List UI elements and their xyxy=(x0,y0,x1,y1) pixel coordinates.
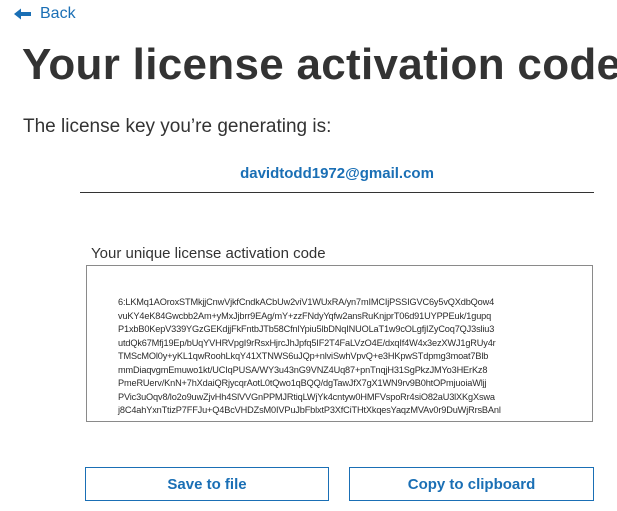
activation-code-box[interactable]: 6:LKMq1AOroxSTMkjjCnwVjkfCndkACbUw2viV1W… xyxy=(86,265,593,422)
activation-code-text[interactable]: 6:LKMq1AOroxSTMkjjCnwVjkfCndkACbUw2viV1W… xyxy=(118,296,573,418)
back-link[interactable]: Back xyxy=(14,4,76,24)
activation-code-line: utdQk67Mfj19Ep/bUqYVHRVpgI9rRsxHjrcJhJpf… xyxy=(118,337,496,348)
activation-code-label: Your unique license activation code xyxy=(91,245,326,262)
activation-code-line: PmeRUerv/KnN+7hXdaiQRjycqrAotL0tQwo1qBQQ… xyxy=(118,378,487,388)
activation-code-line: TMScMOl0y+yKL1qwRoohLkqY41XTNWS6uJQp+nlv… xyxy=(118,351,489,361)
back-label: Back xyxy=(40,5,76,22)
activation-code-line: mmDiaqvgmEmuwo1kt/UCIqPUSA/WY3u43nG9VNZ4… xyxy=(118,364,488,375)
activation-code-line: 6:LKMq1AOroxSTMkjjCnwVjkfCndkACbUw2viV1W… xyxy=(118,297,495,307)
divider xyxy=(80,192,594,193)
activation-code-line: P1xbB0KepV339YGzGEKdjjFkFntbJTb58CfnlYpi… xyxy=(118,324,495,334)
save-to-file-button[interactable]: Save to file xyxy=(85,467,329,501)
page-title: Your license activation code xyxy=(22,40,617,89)
activation-code-line: PVic3uOqv8/lo2o9uwZjvHh4SlVVGnPPMJRtiqLW… xyxy=(118,391,495,402)
arrow-left-icon xyxy=(14,8,32,20)
license-intro-text: The license key you’re generating is: xyxy=(23,116,332,137)
copy-to-clipboard-button[interactable]: Copy to clipboard xyxy=(349,467,594,501)
license-email: davidtodd1972@gmail.com xyxy=(240,165,434,182)
activation-code-line: j8C4ahYxnTtizP7FFJu+Q4BcVHDZsM0IVPuJbFbl… xyxy=(118,405,501,415)
activation-code-line: vuKY4eK84Gwcbb2Am+yMxJjbrr9EAg/mY+zzFNdy… xyxy=(118,310,492,321)
